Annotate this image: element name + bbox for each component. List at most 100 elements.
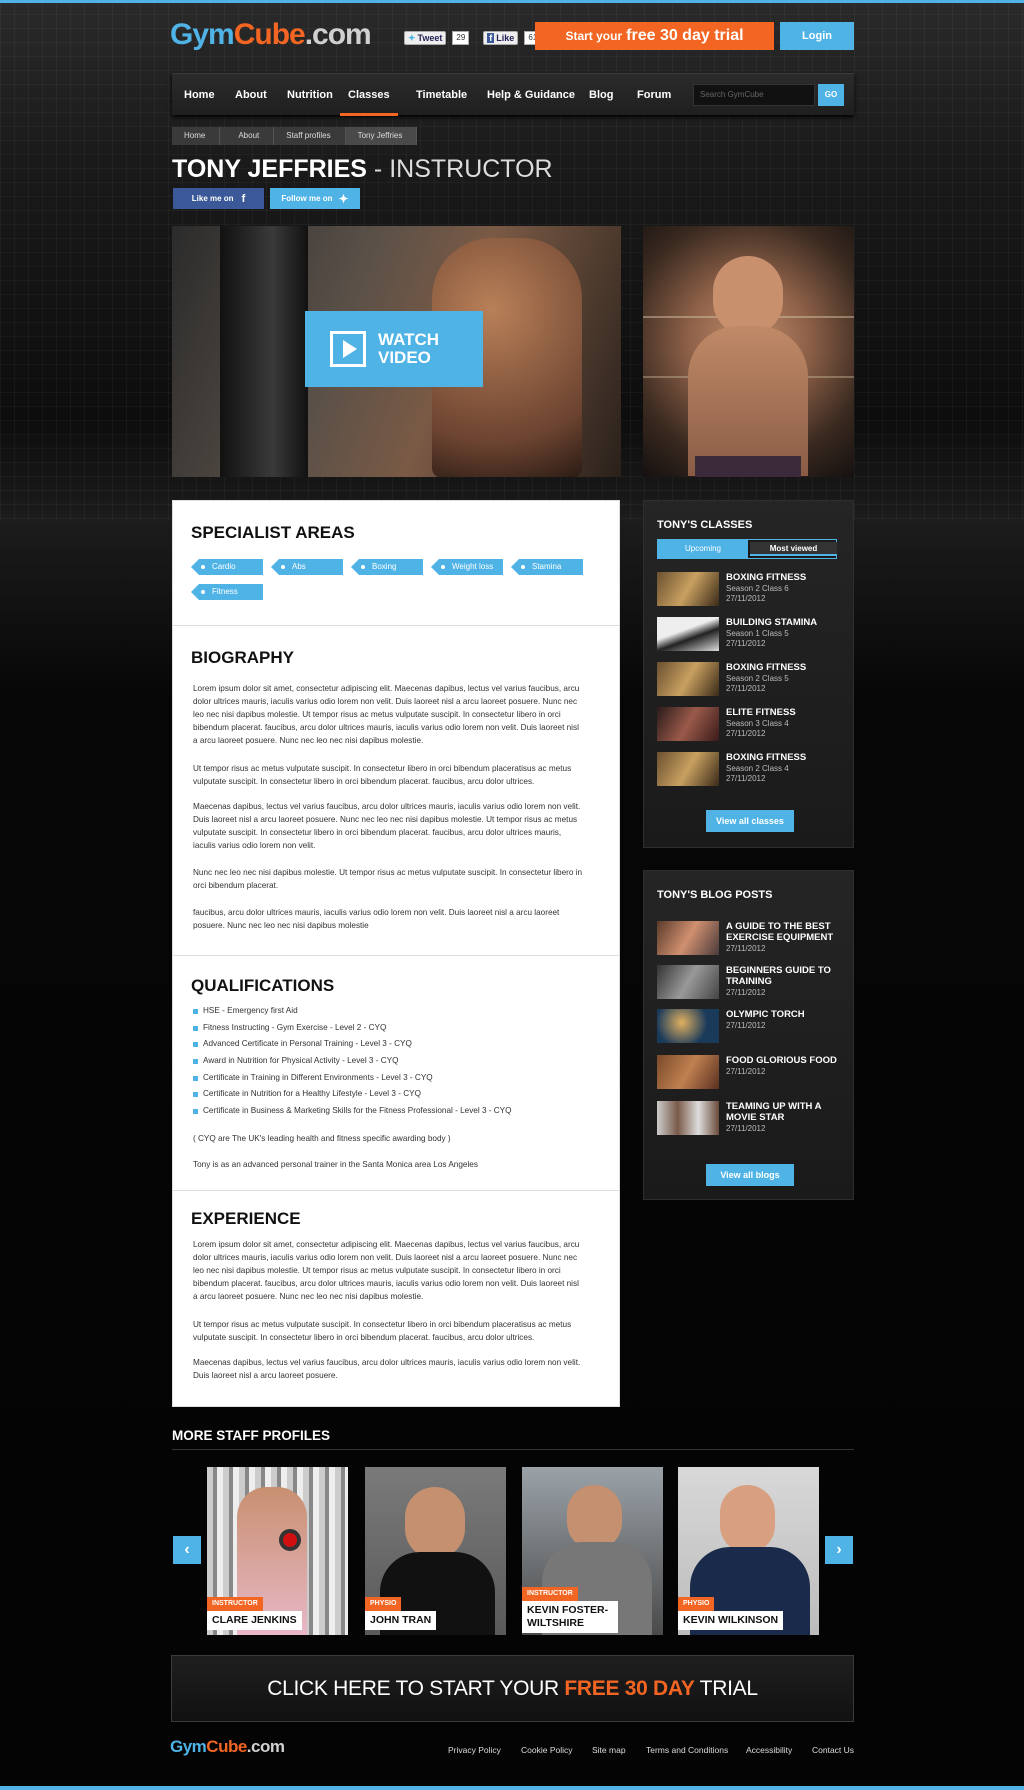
biography-paragraph: Lorem ipsum dolor sit amet, consectetur …	[193, 684, 580, 745]
main-nav: Home About Nutrition Classes Timetable H…	[172, 73, 854, 116]
class-list-item[interactable]: BUILDING STAMINA Season 1 Class 5 27/11/20…	[657, 617, 842, 655]
punching-bag-image	[220, 226, 308, 477]
blog-list-item[interactable]: FOOD GLORIOUS FOOD 27/11/2012	[657, 1055, 842, 1093]
twitter-follow-button[interactable]: Follow me on ✦	[270, 188, 360, 209]
blog-heading: TONY'S BLOG POSTS	[657, 889, 773, 901]
free-trial-button[interactable]: Start your free 30 day trial	[535, 22, 774, 50]
view-all-classes-button[interactable]: View all classes	[706, 810, 794, 832]
twitter-bird-icon: ✦	[338, 191, 349, 206]
staff-card[interactable]: PHYSIO KEVIN WILKINSON	[678, 1467, 819, 1635]
breadcrumb-about[interactable]: About	[220, 127, 275, 145]
classes-heading: TONY'S CLASSES	[657, 519, 753, 531]
search-input[interactable]: Search GymCube	[693, 84, 815, 106]
play-icon	[330, 331, 366, 367]
classes-panel: TONY'S CLASSES Upcoming Most viewed BOXI…	[643, 500, 854, 848]
footer-link-sitemap[interactable]: Site map	[592, 1745, 626, 1755]
biography-paragraph: Ut tempor risus ac metus vulputate susci…	[193, 764, 572, 786]
qualifications-location: Tony is as an advanced personal trainer …	[193, 1160, 478, 1169]
tag-stamina[interactable]: Stamina	[511, 559, 583, 575]
nav-item-forum[interactable]: Forum	[637, 74, 671, 116]
blog-list-item[interactable]: A GUIDE TO THE BEST EXERCISE EQUIPMENT 27…	[657, 921, 842, 959]
blog-list-item[interactable]: TEAMING UP WITH A MOVIE STAR 27/11/2012	[657, 1101, 842, 1139]
top-accent-line	[0, 0, 1024, 3]
class-list-item[interactable]: ELITE FITNESS Season 3 Class 4 27/11/2012	[657, 707, 842, 745]
class-thumbnail	[657, 617, 719, 651]
nav-item-nutrition[interactable]: Nutrition	[287, 74, 333, 116]
qualifications-heading: QUALIFICATIONS	[191, 976, 335, 995]
nav-item-classes[interactable]: Classes	[340, 74, 398, 116]
gymcube-logo[interactable]: GymCube.com	[170, 18, 372, 52]
class-thumbnail	[657, 752, 719, 786]
tag-cardio[interactable]: Cardio	[191, 559, 263, 575]
tag-abs[interactable]: Abs	[271, 559, 343, 575]
facebook-follow-button[interactable]: Like me on f	[173, 188, 264, 209]
footer-link-cookie[interactable]: Cookie Policy	[521, 1745, 573, 1755]
staff-card[interactable]: PHYSIO JOHN TRAN	[365, 1467, 506, 1635]
biography-paragraph: Nunc nec leo nec nisi dapibus molestie. …	[193, 868, 583, 890]
tab-most-viewed[interactable]: Most viewed	[750, 542, 837, 556]
biography-heading: BIOGRAPHY	[191, 648, 294, 667]
share-buttons: ✦ Tweet 29 f Like 61	[404, 31, 542, 45]
footer-link-accessibility[interactable]: Accessibility	[746, 1745, 792, 1755]
class-list-item[interactable]: BOXING FITNESS Season 2 Class 4 27/11/2012	[657, 752, 842, 790]
trainer-portrait	[643, 226, 854, 477]
footer-link-contact[interactable]: Contact Us	[812, 1745, 854, 1755]
qualification-item: Certificate in Training in Different Env…	[193, 1073, 433, 1082]
footer-link-privacy[interactable]: Privacy Policy	[448, 1745, 501, 1755]
qualifications-section: QUALIFICATIONS HSE - Emergency first Aid…	[173, 956, 619, 1191]
nav-item-help[interactable]: Help & Guidance	[487, 74, 575, 116]
tag-weight-loss[interactable]: Weight loss	[431, 559, 503, 575]
biography-paragraph: Maecenas dapibus, lectus vel varius fauc…	[193, 802, 581, 850]
experience-paragraph: Ut tempor risus ac metus vulputate susci…	[193, 1320, 572, 1342]
bottom-accent-line	[0, 1786, 1024, 1790]
search-go-button[interactable]: GO	[818, 84, 844, 106]
blog-list-item[interactable]: BEGINNERS GUIDE TO TRAINING 27/11/2012	[657, 965, 842, 1003]
class-thumbnail	[657, 707, 719, 741]
nav-item-home[interactable]: Home	[184, 74, 215, 116]
tab-upcoming[interactable]: Upcoming	[658, 540, 748, 558]
footer-logo[interactable]: GymCube.com	[170, 1737, 285, 1757]
video-hero-image[interactable]: WATCH VIDEO	[172, 226, 621, 477]
nav-item-about[interactable]: About	[235, 74, 267, 116]
dumbbell-icon	[279, 1529, 301, 1551]
nav-item-timetable[interactable]: Timetable	[416, 74, 467, 116]
tweet-button[interactable]: ✦ Tweet	[404, 31, 447, 45]
view-all-blogs-button[interactable]: View all blogs	[706, 1164, 794, 1186]
login-button[interactable]: Login	[780, 22, 854, 50]
breadcrumb-current: Tony Jeffries	[345, 127, 418, 145]
breadcrumb-staff-profiles[interactable]: Staff profiles	[274, 127, 346, 145]
tag-fitness[interactable]: Fitness	[191, 584, 263, 600]
tag-boxing[interactable]: Boxing	[351, 559, 423, 575]
biography-section: BIOGRAPHY Lorem ipsum dolor sit amet, co…	[173, 626, 619, 956]
tweet-count: 29	[452, 31, 470, 45]
class-list-item[interactable]: BOXING FITNESS Season 2 Class 6 27/11/2012	[657, 572, 842, 610]
section-divider	[172, 1449, 854, 1450]
staff-role-badge: PHYSIO	[365, 1597, 402, 1611]
experience-paragraph: Maecenas dapibus, lectus vel varius fauc…	[193, 1358, 581, 1380]
qualification-item: Certificate in Nutrition for a Healthy L…	[193, 1089, 421, 1098]
blog-thumbnail	[657, 965, 719, 999]
qualification-item: HSE - Emergency first Aid	[193, 1006, 298, 1015]
watch-video-button[interactable]: WATCH VIDEO	[305, 311, 483, 387]
blog-panel: TONY'S BLOG POSTS A GUIDE TO THE BEST EX…	[643, 870, 854, 1200]
staff-role-badge: INSTRUCTOR	[522, 1587, 578, 1601]
breadcrumb-home[interactable]: Home	[172, 127, 221, 145]
carousel-next-button[interactable]: ›	[825, 1536, 853, 1564]
footer-link-terms[interactable]: Terms and Conditions	[646, 1745, 728, 1755]
class-list-item[interactable]: BOXING FITNESS Season 2 Class 5 27/11/2012	[657, 662, 842, 700]
blog-thumbnail	[657, 921, 719, 955]
staff-name: JOHN TRAN	[365, 1611, 437, 1630]
staff-card[interactable]: INSTRUCTOR CLARE JENKINS	[207, 1467, 348, 1635]
profile-content: SPECIALIST AREAS Cardio Abs Boxing Weigh…	[172, 500, 620, 1407]
classes-tabs: Upcoming Most viewed	[657, 539, 837, 559]
staff-card[interactable]: INSTRUCTOR KEVIN FOSTER-WILTSHIRE	[522, 1467, 663, 1635]
staff-name: KEVIN WILKINSON	[678, 1611, 784, 1630]
blog-thumbnail	[657, 1101, 719, 1135]
nav-item-blog[interactable]: Blog	[589, 74, 613, 116]
carousel-prev-button[interactable]: ‹	[173, 1536, 201, 1564]
blog-list-item[interactable]: OLYMPIC TORCH 27/11/2012	[657, 1009, 842, 1047]
facebook-like-button[interactable]: f Like	[483, 31, 519, 45]
free-trial-banner[interactable]: CLICK HERE TO START YOUR FREE 30 DAY TRI…	[171, 1655, 854, 1722]
staff-name: KEVIN FOSTER-WILTSHIRE	[522, 1601, 618, 1633]
staff-role-badge: INSTRUCTOR	[207, 1597, 263, 1611]
